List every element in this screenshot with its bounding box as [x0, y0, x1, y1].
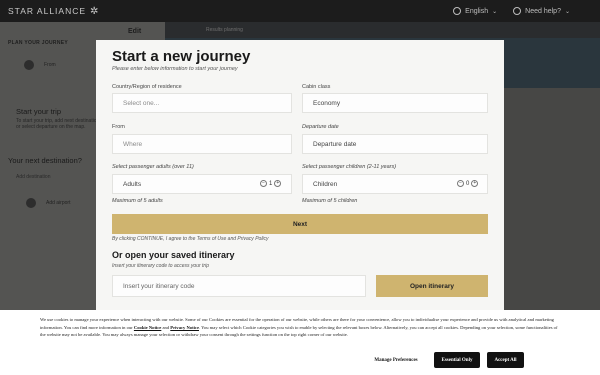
modal-title: Start a new journey — [112, 48, 251, 65]
children-stepper: − 0 + — [457, 180, 479, 187]
help-label: Need help? — [525, 7, 561, 15]
add-airport-label: Add airport — [46, 200, 71, 206]
next-button[interactable]: Next — [112, 214, 488, 234]
from-stop[interactable]: From — [24, 60, 56, 70]
minus-icon[interactable]: − — [260, 180, 267, 187]
max-children-note: Maximum of 5 children — [302, 198, 358, 204]
manage-preferences-button[interactable]: Manage Preferences — [364, 352, 428, 368]
help-link[interactable]: Need help? ⌄ — [513, 7, 570, 15]
children-label: Select passenger children (2-11 years) — [302, 164, 397, 170]
privacy-notice-link[interactable]: Privacy Notice — [170, 325, 199, 330]
from-input[interactable]: Where — [112, 134, 292, 154]
country-select[interactable]: Select one... — [112, 93, 292, 113]
cabin-label: Cabin class — [302, 84, 331, 90]
star-logo-icon: ✲ — [90, 5, 100, 17]
cookie-notice-link[interactable]: Cookie Notice — [134, 325, 161, 330]
add-airport-item[interactable]: Add airport — [26, 198, 70, 208]
adults-stepper: − 1 + — [260, 180, 282, 187]
results-tab[interactable]: Results planning — [206, 27, 243, 33]
plus-icon[interactable]: + — [274, 180, 282, 187]
children-name: Children — [313, 180, 338, 188]
from-stop-label: From — [44, 62, 56, 68]
sidebar-title: PLAN YOUR JOURNEY — [8, 40, 69, 46]
header-actions: English ⌄ Need help? ⌄ — [453, 0, 570, 22]
cookie-text-and: and — [161, 324, 171, 330]
start-trip-description: To start your trip, add next destination… — [16, 118, 102, 130]
from-label: From — [112, 124, 125, 130]
edit-button[interactable]: Edit — [128, 28, 141, 35]
language-label: English — [465, 7, 489, 15]
stop-dot-icon — [24, 60, 34, 70]
minus-icon[interactable]: − — [457, 180, 464, 187]
next-destination-title: Your next destination? — [8, 156, 82, 165]
cookie-banner: We use cookies to manage your experience… — [0, 310, 600, 375]
essential-only-button[interactable]: Essential Only — [434, 352, 480, 368]
globe-icon — [453, 7, 462, 15]
children-count: 0 — [466, 180, 470, 187]
accept-all-button[interactable]: Accept All — [487, 352, 524, 368]
brand-name: STAR ALLIANCE — [8, 6, 87, 16]
plus-icon[interactable]: + — [471, 180, 479, 187]
adults-count: 1 — [269, 180, 273, 187]
cabin-select[interactable]: Economy — [302, 93, 488, 113]
stop-dot-icon — [26, 198, 36, 208]
saved-itinerary-subtitle: Insert your itinerary code to access you… — [112, 263, 209, 269]
country-label: Country/Region of residence — [112, 84, 182, 90]
max-adults-note: Maximum of 5 adults — [112, 198, 163, 204]
chevron-down-icon: ⌄ — [492, 8, 498, 15]
cookie-text: We use cookies to manage your experience… — [40, 316, 560, 339]
help-icon — [513, 7, 522, 15]
open-itinerary-button[interactable]: Open itinerary — [376, 275, 488, 297]
adults-name: Adults — [123, 180, 142, 188]
brand-logo[interactable]: STAR ALLIANCE ✲ — [8, 6, 99, 17]
language-selector[interactable]: English ⌄ — [453, 7, 497, 15]
chevron-down-icon: ⌄ — [564, 8, 570, 15]
top-bar: STAR ALLIANCE ✲ English ⌄ Need help? ⌄ — [0, 0, 600, 22]
modal-subtitle: Please enter below information to start … — [112, 66, 238, 72]
add-destination-link[interactable]: Add destination — [16, 174, 50, 180]
itinerary-code-input[interactable]: Insert your itinerary code — [112, 275, 366, 297]
departure-date-input[interactable]: Departure date — [302, 134, 488, 154]
date-label: Departure date — [302, 124, 339, 130]
start-trip-title: Start your trip — [16, 107, 62, 116]
new-journey-modal: Start a new journey Please enter below i… — [96, 40, 504, 310]
adults-label: Select passenger adults (over 11) — [112, 164, 194, 170]
terms-notice: By clicking CONTINUE, I agree to the Ter… — [112, 236, 269, 242]
saved-itinerary-title: Or open your saved itinerary — [112, 250, 235, 260]
